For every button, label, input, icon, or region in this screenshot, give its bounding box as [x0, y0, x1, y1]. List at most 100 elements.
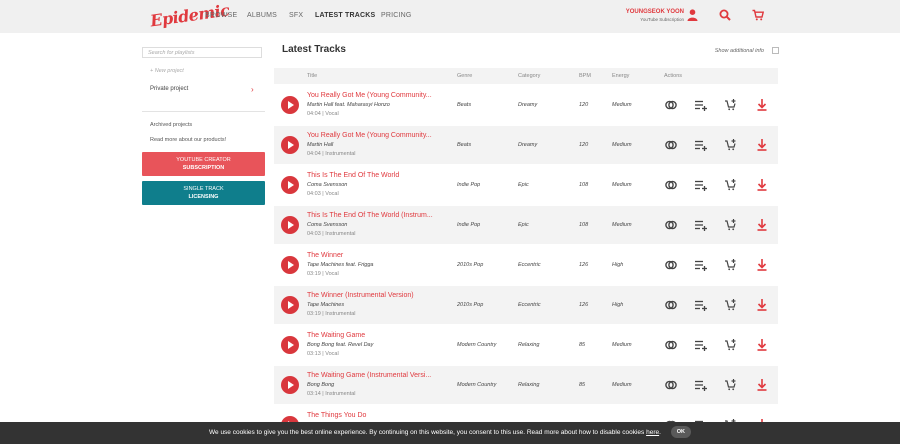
nav-albums[interactable]: ALBUMS [247, 12, 277, 19]
add-to-cart-icon[interactable] [724, 138, 738, 152]
download-icon[interactable] [755, 218, 769, 232]
track-genre[interactable]: Modern Country [457, 342, 496, 348]
nav-browse[interactable]: BROWSE [205, 12, 237, 19]
play-button[interactable] [281, 176, 299, 194]
download-icon[interactable] [755, 378, 769, 392]
new-project-link[interactable]: + New project [150, 68, 184, 74]
track-genre[interactable]: 2010s Pop [457, 302, 483, 308]
cookie-ok-button[interactable]: OK [670, 426, 691, 439]
track-artist[interactable]: Bong Bong [307, 382, 334, 388]
similar-icon[interactable] [664, 138, 678, 152]
track-title[interactable]: You Really Got Me (Young Community... [307, 132, 432, 139]
show-additional-info-label: Show additional info [714, 48, 764, 54]
table-row[interactable]: The Winner (Instrumental Version) Tape Ma… [274, 286, 778, 324]
add-to-playlist-icon[interactable] [694, 98, 708, 112]
chevron-right-icon[interactable]: › [251, 85, 254, 94]
track-category[interactable]: Dreamy [518, 102, 537, 108]
play-button[interactable] [281, 136, 299, 154]
track-genre[interactable]: Indie Pop [457, 222, 480, 228]
table-row[interactable]: This Is The End Of The World Coma Svensso… [274, 166, 778, 204]
table-row[interactable]: You Really Got Me (Young Community... Mar… [274, 86, 778, 124]
add-to-cart-icon[interactable] [724, 298, 738, 312]
track-category[interactable]: Epic [518, 222, 529, 228]
track-artist[interactable]: Bong Bong feat. Revel Day [307, 342, 373, 348]
add-to-cart-icon[interactable] [724, 258, 738, 272]
track-genre[interactable]: Indie Pop [457, 182, 480, 188]
similar-icon[interactable] [664, 298, 678, 312]
similar-icon[interactable] [664, 258, 678, 272]
track-title[interactable]: The Waiting Game [307, 332, 365, 339]
archived-projects-link[interactable]: Archived projects [150, 122, 192, 128]
youtube-creator-subscription-button[interactable]: YOUTUBE CREATOR SUBSCRIPTION [142, 152, 265, 176]
column-category: Category [518, 73, 541, 79]
track-artist[interactable]: Martin Hall [307, 142, 333, 148]
track-title[interactable]: This Is The End Of The World (Instrum... [307, 212, 433, 219]
similar-icon[interactable] [664, 378, 678, 392]
download-icon[interactable] [755, 338, 769, 352]
private-project-item[interactable]: Private project [150, 86, 188, 92]
download-icon[interactable] [755, 258, 769, 272]
playlist-search-input[interactable]: Search for playlists [142, 47, 262, 58]
add-to-playlist-icon[interactable] [694, 138, 708, 152]
similar-icon[interactable] [664, 218, 678, 232]
read-more-link[interactable]: Read more about our products! [150, 137, 226, 143]
track-artist[interactable]: Coma Svensson [307, 182, 347, 188]
add-to-cart-icon[interactable] [724, 98, 738, 112]
download-icon[interactable] [755, 98, 769, 112]
add-to-playlist-icon[interactable] [694, 178, 708, 192]
show-additional-info-checkbox[interactable] [772, 47, 779, 54]
track-title[interactable]: The Winner (Instrumental Version) [307, 292, 414, 299]
track-title[interactable]: The Waiting Game (Instrumental Versi... [307, 372, 431, 379]
add-to-cart-icon[interactable] [724, 218, 738, 232]
table-row[interactable]: The Waiting Game (Instrumental Versi... B… [274, 366, 778, 404]
track-title[interactable]: This Is The End Of The World [307, 172, 399, 179]
play-button[interactable] [281, 216, 299, 234]
add-to-cart-icon[interactable] [724, 338, 738, 352]
track-title[interactable]: You Really Got Me (Young Community... [307, 92, 432, 99]
page-title: Latest Tracks [282, 44, 346, 55]
table-row[interactable]: You Really Got Me (Young Community... Mar… [274, 126, 778, 164]
play-button[interactable] [281, 336, 299, 354]
play-button[interactable] [281, 96, 299, 114]
track-genre[interactable]: Modern Country [457, 382, 496, 388]
cookie-text: We use cookies to give you the best onli… [209, 429, 645, 436]
add-to-cart-icon[interactable] [724, 378, 738, 392]
track-artist[interactable]: Tape Machines feat. Frigga [307, 262, 373, 268]
track-artist[interactable]: Coma Svensson [307, 222, 347, 228]
download-icon[interactable] [755, 178, 769, 192]
track-category[interactable]: Dreamy [518, 142, 537, 148]
track-genre[interactable]: Beats [457, 102, 471, 108]
similar-icon[interactable] [664, 178, 678, 192]
track-artist[interactable]: Tape Machines [307, 302, 344, 308]
download-icon[interactable] [755, 138, 769, 152]
table-row[interactable]: The Winner Tape Machines feat. Frigga 03:1… [274, 246, 778, 284]
track-genre[interactable]: Beats [457, 142, 471, 148]
play-button[interactable] [281, 296, 299, 314]
track-category[interactable]: Relaxing [518, 342, 539, 348]
track-title[interactable]: The Things You Do [307, 412, 366, 419]
track-category[interactable]: Relaxing [518, 382, 539, 388]
add-to-playlist-icon[interactable] [694, 378, 708, 392]
track-genre[interactable]: 2010s Pop [457, 262, 483, 268]
play-button[interactable] [281, 256, 299, 274]
track-bpm: 120 [579, 142, 589, 148]
add-to-playlist-icon[interactable] [694, 338, 708, 352]
play-button[interactable] [281, 376, 299, 394]
track-category[interactable]: Eccentric [518, 262, 541, 268]
add-to-playlist-icon[interactable] [694, 298, 708, 312]
similar-icon[interactable] [664, 338, 678, 352]
table-row[interactable]: The Waiting Game Bong Bong feat. Revel Da… [274, 326, 778, 364]
track-category[interactable]: Eccentric [518, 302, 541, 308]
track-artist[interactable]: Martin Hall feat. Maharasyi Honzo [307, 102, 390, 108]
add-to-playlist-icon[interactable] [694, 218, 708, 232]
table-row[interactable]: This Is The End Of The World (Instrum...… [274, 206, 778, 244]
download-icon[interactable] [755, 298, 769, 312]
track-title[interactable]: The Winner [307, 252, 343, 259]
add-to-playlist-icon[interactable] [694, 258, 708, 272]
add-to-cart-icon[interactable] [724, 178, 738, 192]
track-category[interactable]: Epic [518, 182, 529, 188]
track-meta: 04:04 | Instrumental [307, 151, 356, 157]
similar-icon[interactable] [664, 98, 678, 112]
single-track-licensing-button[interactable]: SINGLE TRACK LICENSING [142, 181, 265, 205]
cookie-link[interactable]: here [646, 429, 659, 436]
